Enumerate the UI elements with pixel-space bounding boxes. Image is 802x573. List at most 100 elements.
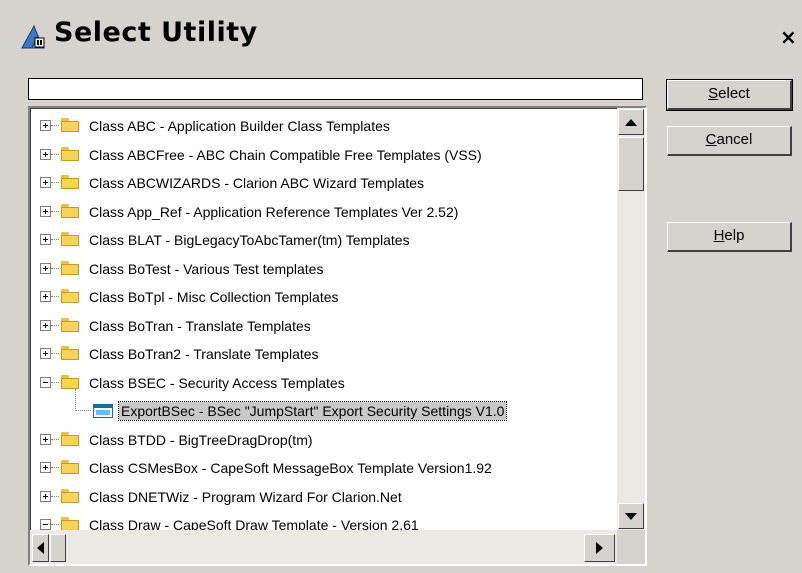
tree-item[interactable]: Class CSMesBox - CapeSoft MessageBox Tem… xyxy=(31,454,617,482)
scroll-right-button[interactable] xyxy=(584,534,615,562)
tree-item[interactable]: Class BTDD - BigTreeDragDrop(tm) xyxy=(31,426,617,454)
scroll-thumb-vertical[interactable] xyxy=(618,137,644,191)
filter-input[interactable] xyxy=(28,78,643,100)
tree-connector-dash xyxy=(51,267,59,269)
tree-item[interactable]: Class BoTest - Various Test templates xyxy=(31,255,617,283)
tree-item-label: Class BoTran2 - Translate Templates xyxy=(89,346,319,362)
expand-icon[interactable] xyxy=(40,291,51,302)
collapse-icon[interactable] xyxy=(40,376,51,388)
expand-icon[interactable] xyxy=(40,205,51,217)
expand-icon[interactable] xyxy=(40,262,51,274)
scrollbar-corner xyxy=(617,530,645,564)
tree-item[interactable]: Class ABC - Application Builder Class Te… xyxy=(31,112,617,140)
utility-tree[interactable]: Class ABC - Application Builder Class Te… xyxy=(28,106,647,566)
tree-item-label: Class BSEC - Security Access Templates xyxy=(89,374,345,391)
folder-icon xyxy=(61,118,79,132)
expand-icon[interactable] xyxy=(40,148,51,160)
expand-icon[interactable] xyxy=(40,177,51,188)
tree-item-label: Class BTDD - BigTreeDragDrop(tm) xyxy=(89,431,313,448)
folder-icon xyxy=(61,146,79,161)
tree-viewport[interactable]: Class ABC - Application Builder Class Te… xyxy=(30,108,617,530)
expand-icon[interactable] xyxy=(40,348,51,359)
tree-item-label: Class ABC - Application Builder Class Te… xyxy=(89,118,390,134)
arrow-down-icon xyxy=(625,513,637,520)
arrow-right-icon xyxy=(596,542,603,554)
tree-item[interactable]: Class BoTran2 - Translate Templates xyxy=(31,340,617,368)
tree-connector-dash xyxy=(51,467,59,468)
folder-icon xyxy=(61,346,79,360)
folder-icon xyxy=(61,374,79,389)
collapse-icon[interactable] xyxy=(40,519,51,530)
expand-icon[interactable] xyxy=(40,433,51,445)
tree-connector-dash xyxy=(51,153,59,155)
select-button[interactable]: Select xyxy=(666,79,793,111)
select-utility-dialog: Select Utility × Class ABC - Application… xyxy=(0,0,802,573)
expand-icon[interactable] xyxy=(40,120,51,131)
tree-item-label: Class BLAT - BigLegacyToAbcTamer(tm) Tem… xyxy=(89,232,410,248)
cancel-button[interactable]: Cancel xyxy=(667,126,792,156)
tree-item[interactable]: Class ABCWIZARDS - Clarion ABC Wizard Te… xyxy=(31,169,617,197)
scroll-down-button[interactable] xyxy=(618,503,644,529)
scroll-up-button[interactable] xyxy=(618,109,644,135)
cancel-mnemonic: C xyxy=(705,131,717,148)
tree-item-label: Class CSMesBox - CapeSoft MessageBox Tem… xyxy=(89,460,492,476)
tree-connector-dash xyxy=(51,125,59,126)
tree-connector-dash xyxy=(51,438,59,440)
tree-connector-dash xyxy=(51,296,59,297)
expand-icon[interactable] xyxy=(40,462,51,473)
help-button[interactable]: Help xyxy=(667,222,792,252)
template-window-icon xyxy=(93,404,113,418)
folder-icon xyxy=(61,232,79,246)
tree-item-label: Class ABCWIZARDS - Clarion ABC Wizard Te… xyxy=(89,175,425,191)
folder-icon xyxy=(61,203,79,218)
expand-icon[interactable] xyxy=(40,490,51,502)
vertical-scrollbar[interactable] xyxy=(617,108,645,530)
scroll-thumb-horizontal[interactable] xyxy=(50,534,66,562)
tree-connector-dash xyxy=(51,495,59,497)
tree-item-label: Class DNETWiz - Program Wizard For Clari… xyxy=(89,488,402,505)
window-title: Select Utility xyxy=(54,17,258,48)
folder-icon xyxy=(61,260,79,275)
tree-connector-dash xyxy=(51,353,59,354)
select-button-label: elect xyxy=(718,85,750,102)
horizontal-scrollbar[interactable] xyxy=(30,530,617,564)
tree-item[interactable]: Class DNETWiz - Program Wizard For Clari… xyxy=(31,483,617,511)
tree-item[interactable]: Class BSEC - Security Access Templates xyxy=(31,369,617,397)
tree-item[interactable]: Class BLAT - BigLegacyToAbcTamer(tm) Tem… xyxy=(31,226,617,254)
expand-icon[interactable] xyxy=(40,234,51,245)
arrow-left-icon xyxy=(37,542,44,554)
folder-icon xyxy=(61,460,79,474)
folder-icon xyxy=(61,317,79,332)
tree-item[interactable]: Class App_Ref - Application Reference Te… xyxy=(31,198,617,226)
tree-connector-dash xyxy=(51,524,59,525)
tree-connector-dash xyxy=(51,324,59,326)
tree-item-label: Class Draw - CapeSoft Draw Template - Ve… xyxy=(89,517,419,530)
tree-connector-dash xyxy=(51,239,59,240)
tree-item-label: Class ABCFree - ABC Chain Compatible Fre… xyxy=(89,146,482,163)
tree-connector-dash xyxy=(51,381,59,383)
folder-icon xyxy=(61,488,79,503)
tree-item-label: Class BoTpl - Misc Collection Templates xyxy=(89,289,339,305)
select-mnemonic: S xyxy=(708,85,719,102)
cancel-button-label: ancel xyxy=(716,131,753,148)
expand-icon[interactable] xyxy=(40,319,51,331)
tree-item[interactable]: Class BoTpl - Misc Collection Templates xyxy=(31,283,617,311)
tree-item-label: Class BoTest - Various Test templates xyxy=(89,260,324,277)
tree-item[interactable]: Class BoTran - Translate Templates xyxy=(31,312,617,340)
title-bar[interactable]: Select Utility × xyxy=(0,0,802,68)
tree-item[interactable]: Class ABCFree - ABC Chain Compatible Fre… xyxy=(31,141,617,169)
folder-icon xyxy=(61,431,79,446)
folder-icon xyxy=(61,175,79,189)
folder-icon xyxy=(61,517,79,530)
tree-child-item[interactable]: ExportBSec - BSec "JumpStart" Export Sec… xyxy=(31,389,617,425)
tree-item-label: ExportBSec - BSec "JumpStart" Export Sec… xyxy=(117,401,508,421)
scroll-left-button[interactable] xyxy=(32,534,49,562)
tree-connector-dash xyxy=(51,182,59,183)
tree-connector-dash xyxy=(51,210,59,212)
help-mnemonic: H xyxy=(713,227,725,244)
tree-item[interactable]: Class Draw - CapeSoft Draw Template - Ve… xyxy=(31,511,617,530)
wizard-hat-icon xyxy=(21,24,45,49)
tree-connector-dash xyxy=(75,410,91,411)
close-button[interactable]: × xyxy=(780,24,802,50)
arrow-up-icon xyxy=(625,119,637,126)
